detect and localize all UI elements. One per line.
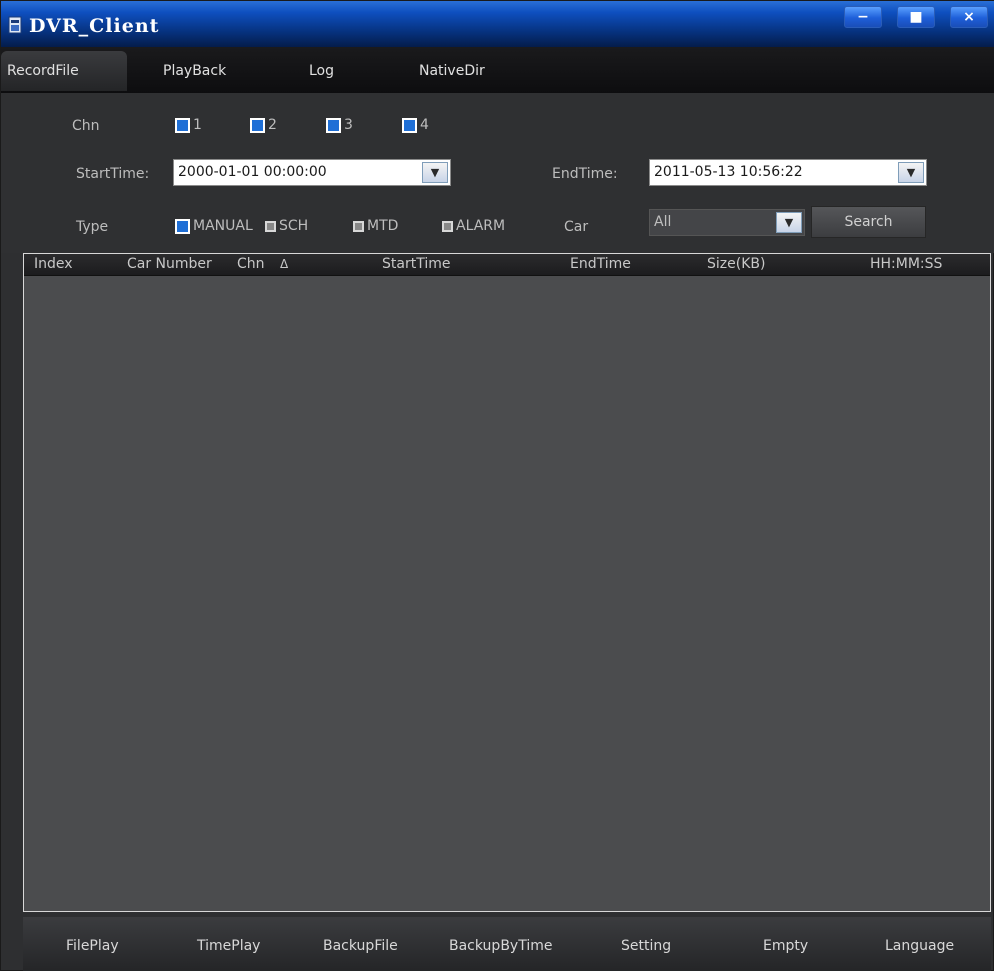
car-combo[interactable]: All ▼ (649, 209, 805, 236)
sort-ascending-icon: Δ (280, 257, 289, 271)
endtime-label: EndTime: (552, 166, 618, 182)
fileplay-button[interactable]: FilePlay (66, 917, 119, 971)
col-size[interactable]: Size(KB) (707, 256, 765, 272)
bottom-toolbar: FilePlay TimePlay BackupFile BackupByTim… (23, 917, 991, 971)
endtime-dropdown-button[interactable]: ▼ (898, 162, 924, 183)
checkbox-icon (442, 220, 453, 232)
search-button[interactable]: Search (811, 206, 926, 238)
backupfile-button[interactable]: BackupFile (323, 917, 398, 971)
empty-button[interactable]: Empty (763, 917, 808, 971)
car-dropdown-button[interactable]: ▼ (776, 212, 802, 233)
car-value: All (654, 214, 672, 230)
col-chn[interactable]: Chn (237, 256, 265, 272)
col-endtime[interactable]: EndTime (570, 256, 631, 272)
starttime-dropdown-button[interactable]: ▼ (422, 162, 448, 183)
close-icon: × (963, 9, 975, 25)
endtime-value: 2011-05-13 10:56:22 (654, 164, 803, 180)
chn-4-checkbox[interactable]: 4 (402, 117, 429, 133)
type-mtd-checkbox[interactable]: MTD (353, 218, 398, 234)
starttime-value: 2000-01-01 00:00:00 (178, 164, 327, 180)
app-icon (8, 16, 22, 34)
type-mtd-label: MTD (367, 218, 399, 234)
chn-3-label: 3 (344, 117, 353, 133)
backupbytime-button[interactable]: BackupByTime (449, 917, 552, 971)
checkbox-icon (326, 117, 341, 133)
chn-2-checkbox[interactable]: 2 (250, 117, 277, 133)
type-sch-label: SCH (279, 218, 309, 234)
type-label: Type (76, 219, 109, 235)
tab-playback[interactable]: PlayBack (157, 51, 232, 91)
chevron-down-icon: ▼ (784, 216, 794, 229)
tab-log[interactable]: Log (303, 51, 340, 91)
col-duration[interactable]: HH:MM:SS (870, 256, 942, 272)
chn-4-label: 4 (420, 117, 429, 133)
checkbox-icon (353, 220, 364, 232)
setting-button[interactable]: Setting (621, 917, 671, 971)
col-starttime[interactable]: StartTime (382, 256, 450, 272)
timeplay-button[interactable]: TimePlay (197, 917, 260, 971)
close-button[interactable]: × (950, 6, 988, 28)
tab-bar: RecordFile PlayBack Log NativeDir (1, 47, 994, 93)
checkbox-icon (402, 117, 417, 133)
maximize-button[interactable]: ■ (897, 6, 935, 28)
checkbox-icon (175, 218, 190, 234)
chn-1-checkbox[interactable]: 1 (175, 117, 202, 133)
chn-label: Chn (72, 118, 100, 134)
type-manual-checkbox[interactable]: MANUAL (175, 218, 253, 234)
window-title: DVR_Client (29, 15, 160, 37)
language-button[interactable]: Language (885, 917, 954, 971)
starttime-label: StartTime: (76, 166, 150, 182)
chn-3-checkbox[interactable]: 3 (326, 117, 353, 133)
checkbox-icon (265, 220, 276, 232)
chn-1-label: 1 (193, 117, 202, 133)
tab-recordfile[interactable]: RecordFile (1, 51, 127, 91)
minimize-button[interactable]: − (844, 6, 882, 28)
checkbox-icon (250, 117, 265, 133)
record-table[interactable]: Index Car Number Chn Δ StartTime EndTime… (23, 253, 991, 912)
type-manual-label: MANUAL (193, 218, 253, 234)
chevron-down-icon: ▼ (430, 166, 440, 179)
col-index[interactable]: Index (34, 256, 73, 272)
dvr-client-window: DVR_Client − ■ × RecordFile PlayBack Log… (0, 0, 994, 971)
type-alarm-label: ALARM (456, 218, 506, 234)
maximize-icon: ■ (909, 9, 923, 25)
type-sch-checkbox[interactable]: SCH (265, 218, 308, 234)
endtime-combo[interactable]: 2011-05-13 10:56:22 ▼ (649, 159, 927, 186)
type-alarm-checkbox[interactable]: ALARM (442, 218, 505, 234)
starttime-combo[interactable]: 2000-01-01 00:00:00 ▼ (173, 159, 451, 186)
checkbox-icon (175, 117, 190, 133)
chn-2-label: 2 (268, 117, 277, 133)
col-car-number[interactable]: Car Number (127, 256, 212, 272)
title-bar[interactable]: DVR_Client − ■ × (1, 1, 994, 47)
minimize-icon: − (857, 9, 869, 25)
chevron-down-icon: ▼ (906, 166, 916, 179)
filter-panel: Chn 1 2 3 4 StartTime: 2000-01-01 00:00:… (1, 93, 994, 253)
tab-nativedir[interactable]: NativeDir (413, 51, 491, 91)
table-header: Index Car Number Chn Δ StartTime EndTime… (24, 254, 990, 276)
car-label: Car (564, 219, 589, 235)
